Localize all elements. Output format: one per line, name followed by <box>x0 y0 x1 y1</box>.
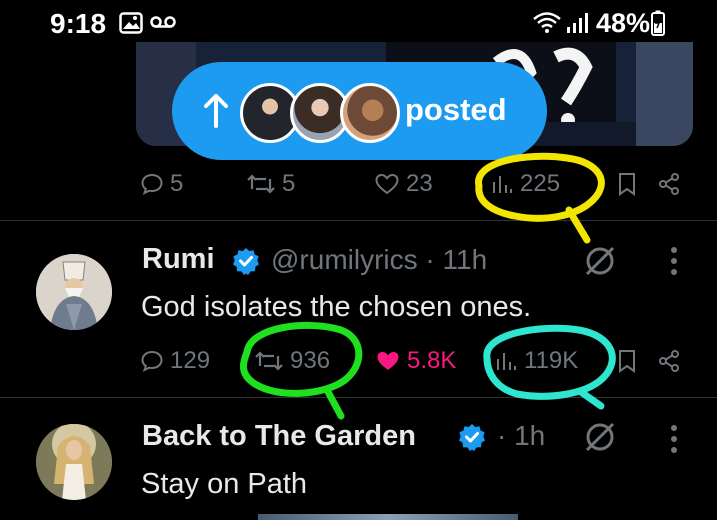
share-icon <box>657 349 681 373</box>
tweet-text: Stay on Path <box>141 468 308 500</box>
tweet-text: God isolates the chosen ones. <box>141 291 532 323</box>
more-options-icon[interactable] <box>669 424 679 459</box>
grok-icon[interactable] <box>583 420 617 459</box>
tweet-divider <box>0 220 717 221</box>
voicemail-icon <box>150 12 176 37</box>
share-icon <box>657 172 681 196</box>
heart-filled-icon <box>375 349 401 373</box>
avatar[interactable] <box>36 254 112 330</box>
grok-icon[interactable] <box>583 244 617 283</box>
reply-count: 5 <box>170 170 184 197</box>
more-options-icon[interactable] <box>669 246 679 281</box>
tweet-author-name[interactable]: Rumi <box>142 243 215 276</box>
repost-icon <box>254 349 284 373</box>
pill-label: posted <box>405 92 507 127</box>
tweet-author-name[interactable]: Back to The Garden <box>142 420 416 453</box>
reply-button[interactable]: 5 <box>140 172 183 196</box>
reply-icon <box>140 172 164 196</box>
reply-button[interactable]: 129 <box>140 349 210 373</box>
yellow-annotation-circle <box>475 152 605 244</box>
reply-icon <box>140 349 164 373</box>
views-count: 225 <box>520 170 561 197</box>
repost-count: 5 <box>282 170 296 197</box>
repost-button[interactable]: 936 <box>254 349 330 373</box>
reply-count: 129 <box>170 347 211 374</box>
verified-badge-icon <box>232 247 260 280</box>
bookmark-icon <box>617 172 637 196</box>
pill-avatar-3 <box>340 83 400 143</box>
battery-level: 48% <box>596 8 651 38</box>
views-count: 119K <box>524 347 579 374</box>
like-count: 23 <box>406 170 433 197</box>
tweet-divider <box>0 397 717 398</box>
wifi-icon <box>532 10 562 39</box>
tweet-handle-time[interactable]: @rumilyrics · 11h <box>271 244 487 276</box>
repost-button[interactable]: 5 <box>246 172 295 196</box>
battery-icon <box>651 10 665 41</box>
bookmark-icon <box>617 349 637 373</box>
tweet-time[interactable]: · 1h <box>497 420 545 452</box>
share-button[interactable] <box>657 172 681 196</box>
repost-icon <box>246 172 276 196</box>
arrow-up-icon <box>202 92 230 135</box>
bookmark-button[interactable] <box>617 172 637 196</box>
bookmark-button[interactable] <box>617 349 637 373</box>
views-button[interactable]: 119K <box>494 349 578 373</box>
status-time: 9:18 <box>50 8 107 39</box>
signal-icon <box>566 12 590 39</box>
share-button[interactable] <box>657 349 681 373</box>
views-button[interactable]: 225 <box>490 172 560 196</box>
views-icon <box>494 349 518 373</box>
like-count: 5.8K <box>407 347 457 374</box>
like-button[interactable]: 23 <box>374 172 433 196</box>
views-icon <box>490 172 514 196</box>
heart-icon <box>374 172 400 196</box>
tweet-media-peek[interactable] <box>258 514 518 520</box>
status-bar: 9:18 48% <box>0 0 717 46</box>
verified-badge-icon <box>458 423 486 456</box>
image-icon <box>119 12 143 39</box>
like-button[interactable]: 5.8K <box>375 349 456 373</box>
repost-count: 936 <box>290 347 331 374</box>
new-posts-pill[interactable]: posted <box>172 62 547 160</box>
avatar[interactable] <box>36 424 112 500</box>
